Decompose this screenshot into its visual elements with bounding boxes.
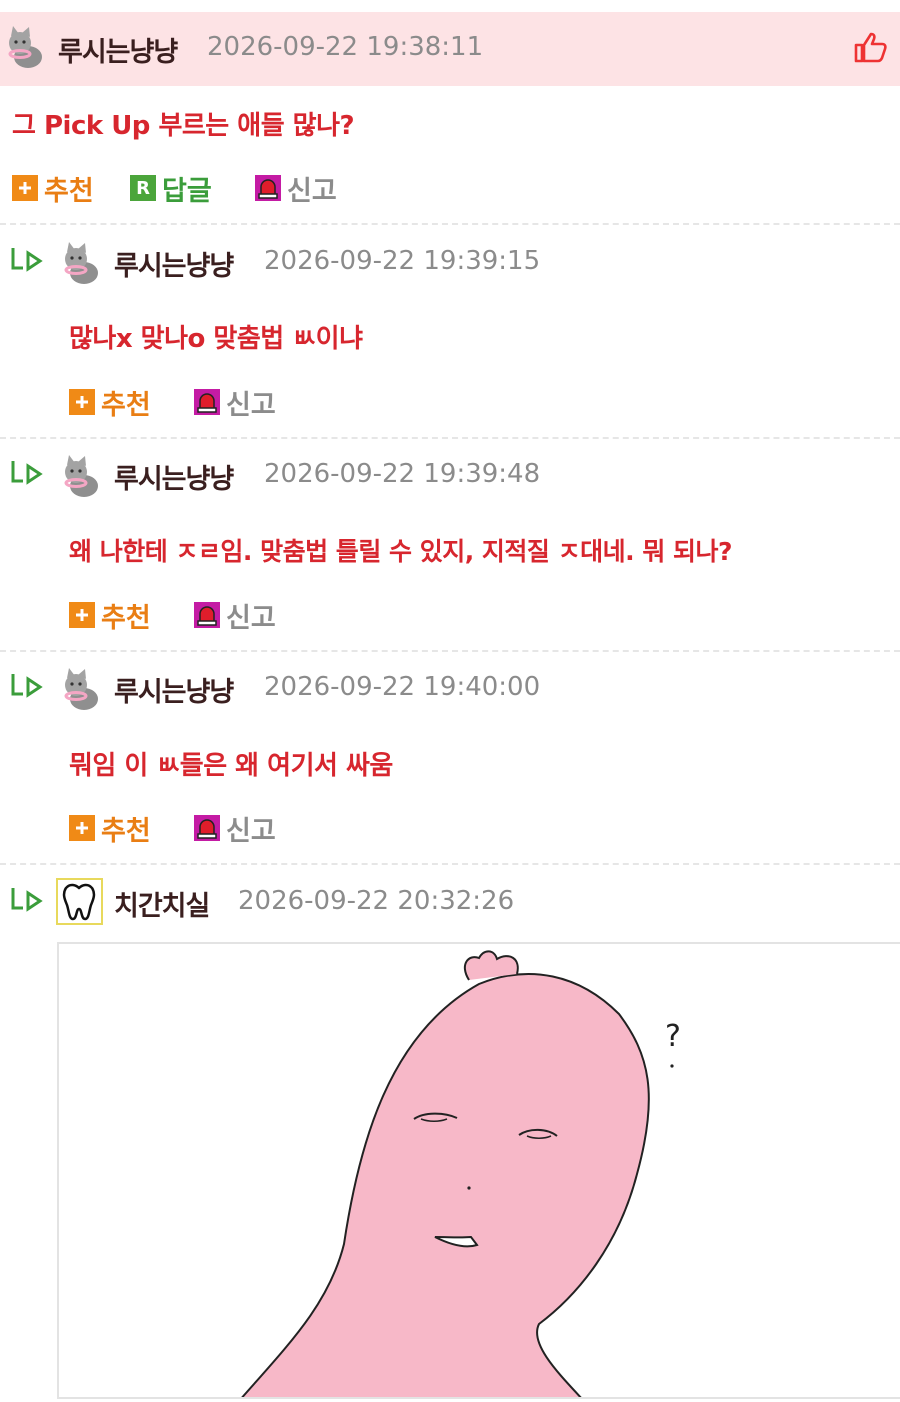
reply-label: 답글: [162, 175, 212, 207]
recommend-label: 추천: [44, 175, 94, 207]
question-mark-text: ?: [665, 1019, 681, 1054]
recommend-button[interactable]: 추천: [69, 811, 151, 847]
comment-author[interactable]: 루시는냥냥: [114, 670, 234, 709]
report-label: 신고: [226, 389, 276, 421]
plus-icon: [12, 175, 38, 201]
reply-arrow-icon: [11, 888, 43, 912]
divider: [0, 863, 900, 865]
report-button[interactable]: 신고: [194, 598, 276, 634]
recommend-button[interactable]: 추천: [69, 385, 151, 421]
comment-text: 그 Pick Up 부르는 애들 많나?: [12, 111, 355, 141]
plus-icon: [69, 815, 95, 841]
recommend-button[interactable]: 추천: [12, 171, 94, 207]
siren-icon: [194, 815, 220, 841]
divider: [0, 223, 900, 225]
report-button[interactable]: 신고: [194, 811, 276, 847]
comment-timestamp: 2026-09-22 19:38:11: [207, 32, 484, 62]
comment-author[interactable]: 치간치실: [114, 884, 210, 923]
cat-avatar-icon: [64, 455, 98, 497]
divider: [0, 437, 900, 439]
report-label: 신고: [287, 175, 337, 207]
report-label: 신고: [226, 602, 276, 634]
cat-avatar-icon: [8, 26, 42, 68]
recommend-label: 추천: [101, 815, 151, 847]
tooth-avatar-icon: [56, 878, 103, 925]
cat-avatar-icon: [64, 242, 98, 284]
comment-timestamp: 2026-09-22 19:39:15: [264, 246, 541, 276]
plus-icon: [69, 389, 95, 415]
comment-author[interactable]: 루시는냥냥: [114, 244, 234, 283]
comment-text: 왜 나한테 ㅈㄹ임. 맞춤법 틀릴 수 있지, 지적질 ㅈ대네. 뭐 되나?: [69, 537, 733, 566]
reply-button[interactable]: R 답글: [130, 171, 212, 207]
divider: [0, 650, 900, 652]
comment-timestamp: 2026-09-22 20:32:26: [238, 886, 515, 916]
recommend-button[interactable]: 추천: [69, 598, 151, 634]
comment-timestamp: 2026-09-22 19:39:48: [264, 459, 541, 489]
comment-text: 많나x 맞나o 맞춤법 ㅄ이냐: [69, 324, 363, 354]
siren-icon: [255, 175, 281, 201]
reply-arrow-icon: [11, 461, 43, 485]
reply-r-icon: R: [130, 175, 156, 201]
comment-author[interactable]: 루시는냥냥: [58, 30, 178, 69]
report-button[interactable]: 신고: [255, 171, 337, 207]
cat-avatar-icon: [64, 668, 98, 710]
report-label: 신고: [226, 815, 276, 847]
report-button[interactable]: 신고: [194, 385, 276, 421]
comment-text: 뭐임 이 ㅄ들은 왜 여기서 싸움: [69, 751, 393, 781]
reply-arrow-icon: [11, 674, 43, 698]
comment-timestamp: 2026-09-22 19:40:00: [264, 672, 541, 702]
reply-arrow-icon: [11, 248, 43, 272]
plus-icon: [69, 602, 95, 628]
siren-icon: [194, 389, 220, 415]
siren-icon: [194, 602, 220, 628]
pink-character-illustration: ?: [241, 950, 681, 1397]
comment-image[interactable]: ?: [57, 942, 900, 1399]
recommend-label: 추천: [101, 602, 151, 634]
recommend-label: 추천: [101, 389, 151, 421]
thumbs-up-icon[interactable]: [852, 30, 892, 64]
comment-author[interactable]: 루시는냥냥: [114, 457, 234, 496]
